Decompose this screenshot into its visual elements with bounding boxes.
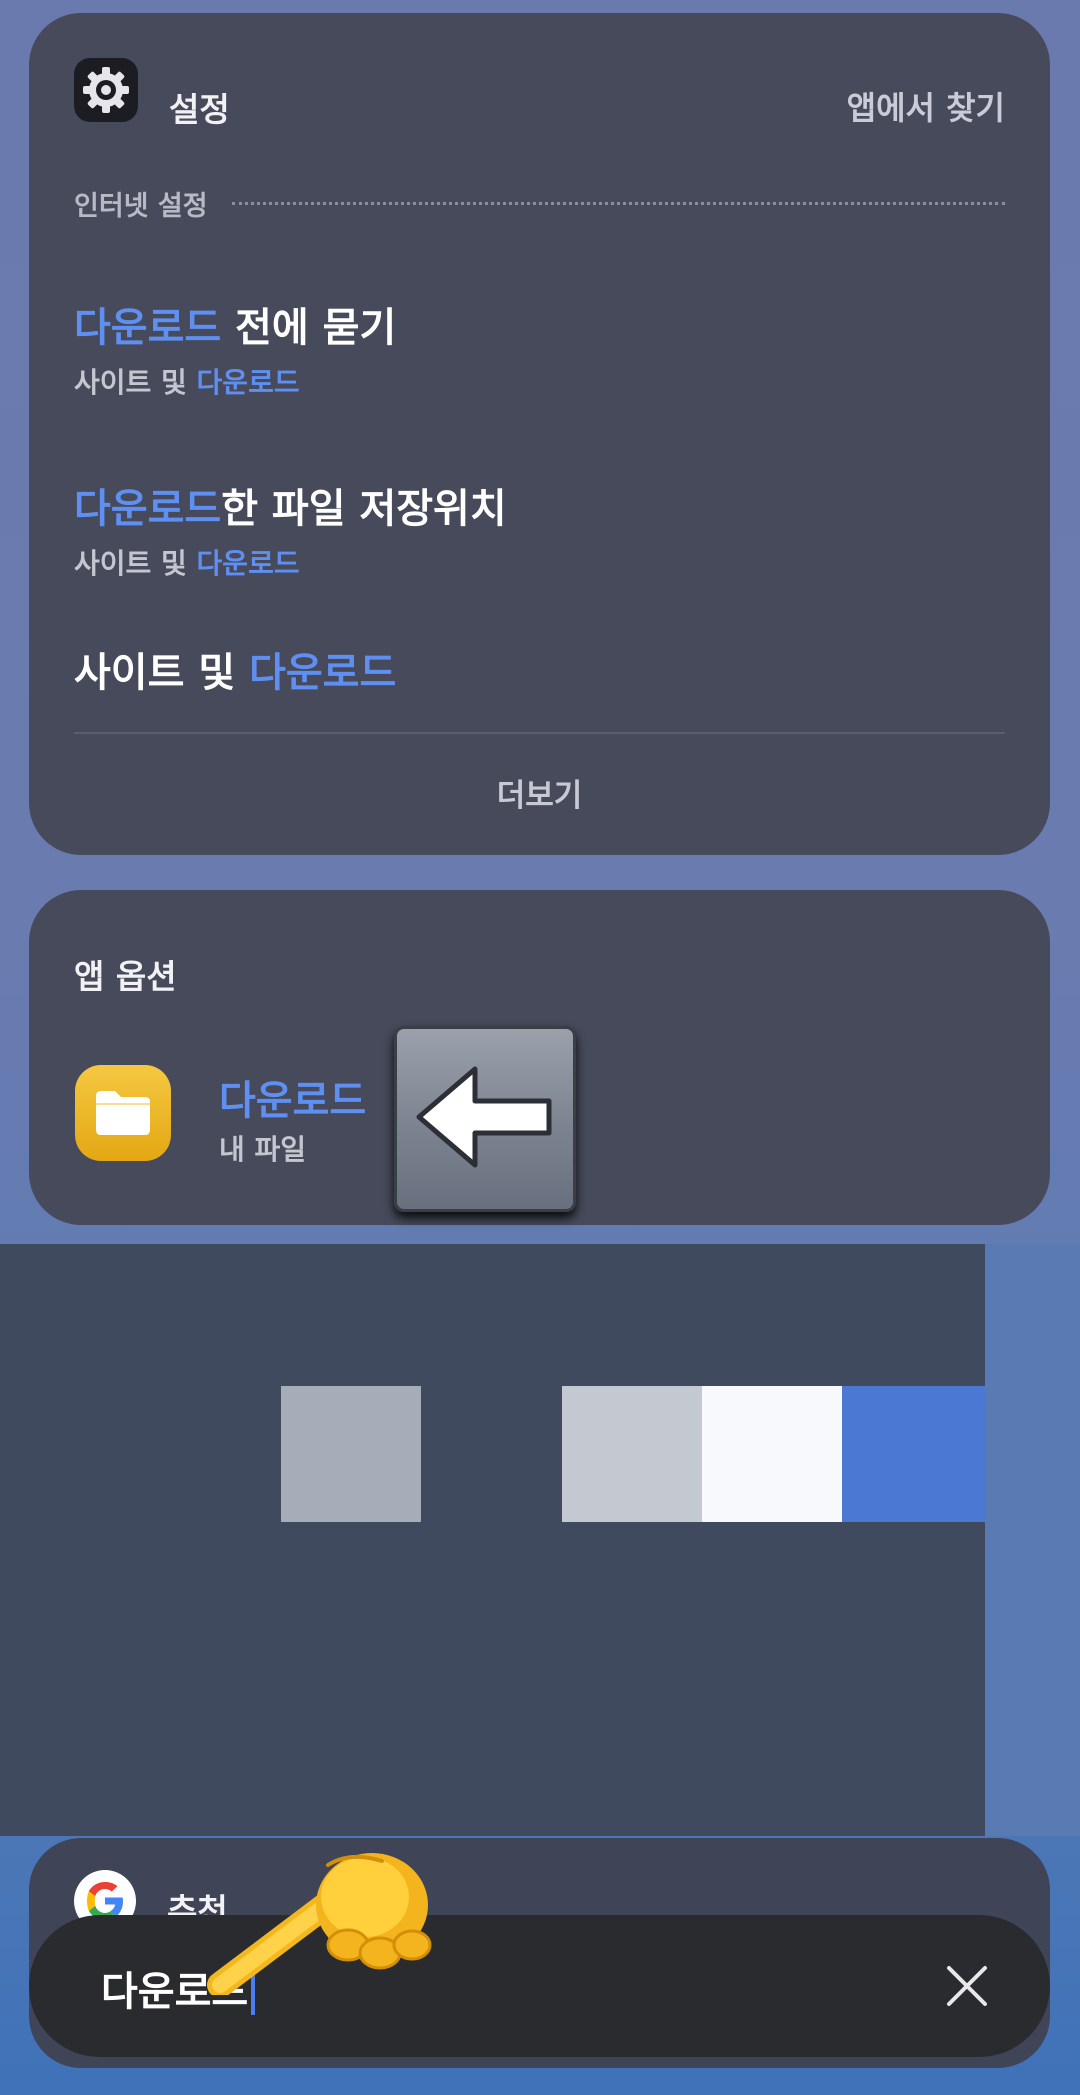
section-label: 인터넷 설정 xyxy=(74,190,208,222)
card-divider xyxy=(74,732,1005,734)
dotted-divider xyxy=(231,201,1005,205)
pixel-cell xyxy=(842,1386,985,1522)
result-sites-and-downloads[interactable]: 사이트 및 다운로드 xyxy=(74,640,1005,698)
section-header: 인터넷 설정 xyxy=(74,178,1005,228)
app-option-item-subtitle: 내 파일 xyxy=(219,1133,307,1166)
result-download-location[interactable]: 다운로드한 파일 저장위치 사이트 및 다운로드 xyxy=(74,476,1005,582)
find-in-app-link[interactable]: 앱에서 찾기 xyxy=(847,83,1005,129)
pixel-cell xyxy=(562,1386,702,1522)
pixelated-region xyxy=(0,1244,985,1836)
clear-search-button[interactable] xyxy=(934,1953,1000,2019)
close-icon xyxy=(947,1966,987,2006)
more-button[interactable]: 더보기 xyxy=(29,770,1050,815)
settings-results-card: 설정 앱에서 찾기 인터넷 설정 다운로드 전에 묻기 사이트 및 다운로드 다… xyxy=(29,13,1050,855)
pixelated-region-edge xyxy=(985,1244,1080,1836)
settings-app-title[interactable]: 설정 xyxy=(169,83,230,131)
app-option-item-title[interactable]: 다운로드 xyxy=(219,1068,366,1126)
result-subtitle: 사이트 및 다운로드 xyxy=(74,547,300,580)
pointing-hand-icon xyxy=(200,1835,440,1998)
result-title: 다운로드 전에 묻기 xyxy=(74,305,397,351)
app-options-title: 앱 옵션 xyxy=(74,957,177,996)
result-title: 사이트 및 다운로드 xyxy=(74,650,397,696)
pixel-cell xyxy=(702,1386,842,1522)
result-subtitle: 사이트 및 다운로드 xyxy=(74,366,300,399)
folder-icon[interactable] xyxy=(75,1065,171,1161)
pixel-cell xyxy=(281,1386,421,1522)
search-bar[interactable]: 다운로드 xyxy=(29,1915,1050,2057)
result-title: 다운로드한 파일 저장위치 xyxy=(74,486,507,532)
back-arrow-icon xyxy=(394,1026,576,1212)
settings-gear-icon[interactable] xyxy=(74,58,138,122)
result-ask-before-download[interactable]: 다운로드 전에 묻기 사이트 및 다운로드 xyxy=(74,295,1005,401)
